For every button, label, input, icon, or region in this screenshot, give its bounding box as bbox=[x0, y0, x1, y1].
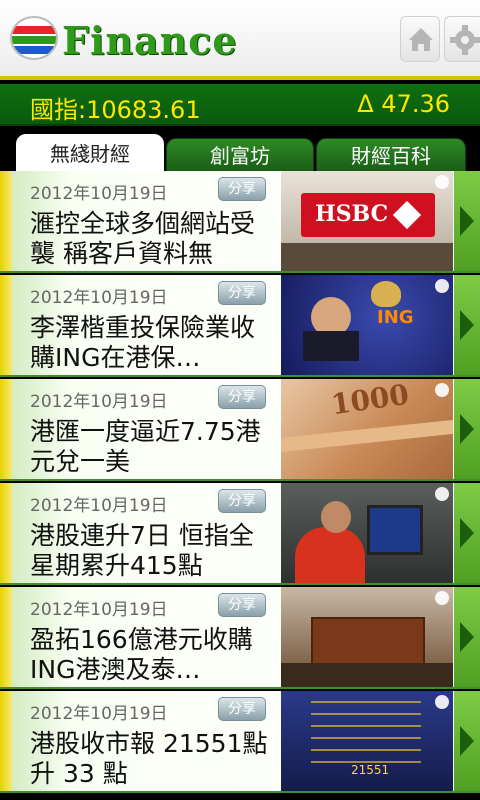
thumb-caption: HSBC bbox=[315, 201, 389, 227]
open-item-button[interactable] bbox=[454, 379, 480, 479]
share-button[interactable]: 分享 bbox=[218, 489, 266, 513]
app-header: Finance bbox=[0, 0, 480, 80]
news-headline: 李澤楷重投保險業收購ING在港保… bbox=[30, 313, 256, 372]
open-item-button[interactable] bbox=[454, 587, 480, 687]
tvb-watermark-icon bbox=[435, 487, 449, 501]
news-date: 2012年10月19日 bbox=[30, 184, 168, 204]
gear-icon bbox=[450, 25, 480, 55]
news-headline: 盈拓166億港元收購ING港澳及泰… bbox=[30, 625, 253, 684]
news-date: 2012年10月19日 bbox=[30, 600, 168, 620]
news-headline: 港匯一度逼近7.75港元兌一美 bbox=[30, 417, 261, 476]
news-thumbnail bbox=[281, 483, 453, 583]
news-thumbnail: 1000 bbox=[281, 379, 453, 479]
share-button[interactable]: 分享 bbox=[218, 177, 266, 201]
tab-wealth[interactable]: 創富坊 bbox=[166, 138, 314, 172]
chevron-right-icon bbox=[460, 310, 474, 340]
news-headline: 港股連升7日 恒指全星期累升415點 bbox=[30, 521, 254, 580]
home-icon bbox=[409, 28, 433, 51]
settings-button[interactable] bbox=[444, 16, 480, 62]
tvb-watermark-icon bbox=[435, 279, 449, 293]
index-value: 國指:10683.61 bbox=[30, 96, 201, 124]
tab-tvb-finance[interactable]: 無綫財經 bbox=[16, 134, 164, 172]
row-accent bbox=[0, 275, 12, 375]
chevron-right-icon bbox=[460, 518, 474, 548]
share-button[interactable]: 分享 bbox=[218, 697, 266, 721]
tvb-watermark-icon bbox=[435, 383, 449, 397]
share-button[interactable]: 分享 bbox=[218, 281, 266, 305]
chevron-right-icon bbox=[460, 622, 474, 652]
chevron-right-icon bbox=[460, 726, 474, 756]
tvb-watermark-icon bbox=[435, 591, 449, 605]
open-item-button[interactable] bbox=[454, 171, 480, 271]
row-accent bbox=[0, 691, 12, 791]
tvb-watermark-icon bbox=[435, 695, 449, 709]
tab-finance-encyclopedia[interactable]: 財經百科 bbox=[316, 138, 466, 172]
chevron-right-icon bbox=[460, 414, 474, 444]
news-thumbnail: 21551 bbox=[281, 691, 453, 791]
thumb-caption: 1000 bbox=[329, 379, 411, 422]
thumb-caption: 21551 bbox=[351, 763, 390, 777]
open-item-button[interactable] bbox=[454, 275, 480, 375]
row-accent bbox=[0, 483, 12, 583]
news-item[interactable]: 2012年10月19日 分享 盈拓166億港元收購ING港澳及泰… bbox=[0, 587, 480, 689]
row-accent bbox=[0, 379, 12, 479]
news-date: 2012年10月19日 bbox=[30, 496, 168, 516]
news-item[interactable]: 2012年10月19日 分享 港股連升7日 恒指全星期累升415點 bbox=[0, 483, 480, 585]
open-item-button[interactable] bbox=[454, 483, 480, 583]
news-headline: 港股收市報 21551點 升 33 點 bbox=[30, 729, 268, 788]
news-thumbnail: HSBC bbox=[281, 171, 453, 271]
news-date: 2012年10月19日 bbox=[30, 704, 168, 724]
chevron-right-icon bbox=[460, 206, 474, 236]
news-item[interactable]: 2012年10月19日 分享 滙控全球多個網站受襲 稱客戶資料無 HSBC bbox=[0, 171, 480, 273]
tab-bar: 無綫財經 創富坊 財經百科 bbox=[0, 126, 480, 172]
index-change: Δ 47.36 bbox=[357, 90, 450, 118]
news-date: 2012年10月19日 bbox=[30, 392, 168, 412]
news-thumbnail: ING bbox=[281, 275, 453, 375]
app-title: Finance bbox=[62, 18, 238, 63]
news-date: 2012年10月19日 bbox=[30, 288, 168, 308]
open-item-button[interactable] bbox=[454, 691, 480, 791]
thumb-caption: ING bbox=[377, 307, 414, 328]
row-accent bbox=[0, 587, 12, 687]
news-item[interactable]: 2012年10月19日 分享 港股收市報 21551點 升 33 點 21551 bbox=[0, 691, 480, 793]
home-button[interactable] bbox=[400, 16, 440, 62]
news-item[interactable]: 2012年10月19日 分享 港匯一度逼近7.75港元兌一美 1000 bbox=[0, 379, 480, 481]
index-ticker-bar: 國指:10683.61 Δ 47.36 bbox=[0, 84, 480, 126]
news-thumbnail bbox=[281, 587, 453, 687]
news-headline: 滙控全球多個網站受襲 稱客戶資料無 bbox=[30, 209, 256, 268]
row-accent bbox=[0, 171, 12, 271]
tvb-logo-icon bbox=[10, 16, 58, 60]
tvb-watermark-icon bbox=[435, 175, 449, 189]
news-item[interactable]: 2012年10月19日 分享 李澤楷重投保險業收購ING在港保… ING bbox=[0, 275, 480, 377]
share-button[interactable]: 分享 bbox=[218, 385, 266, 409]
share-button[interactable]: 分享 bbox=[218, 593, 266, 617]
